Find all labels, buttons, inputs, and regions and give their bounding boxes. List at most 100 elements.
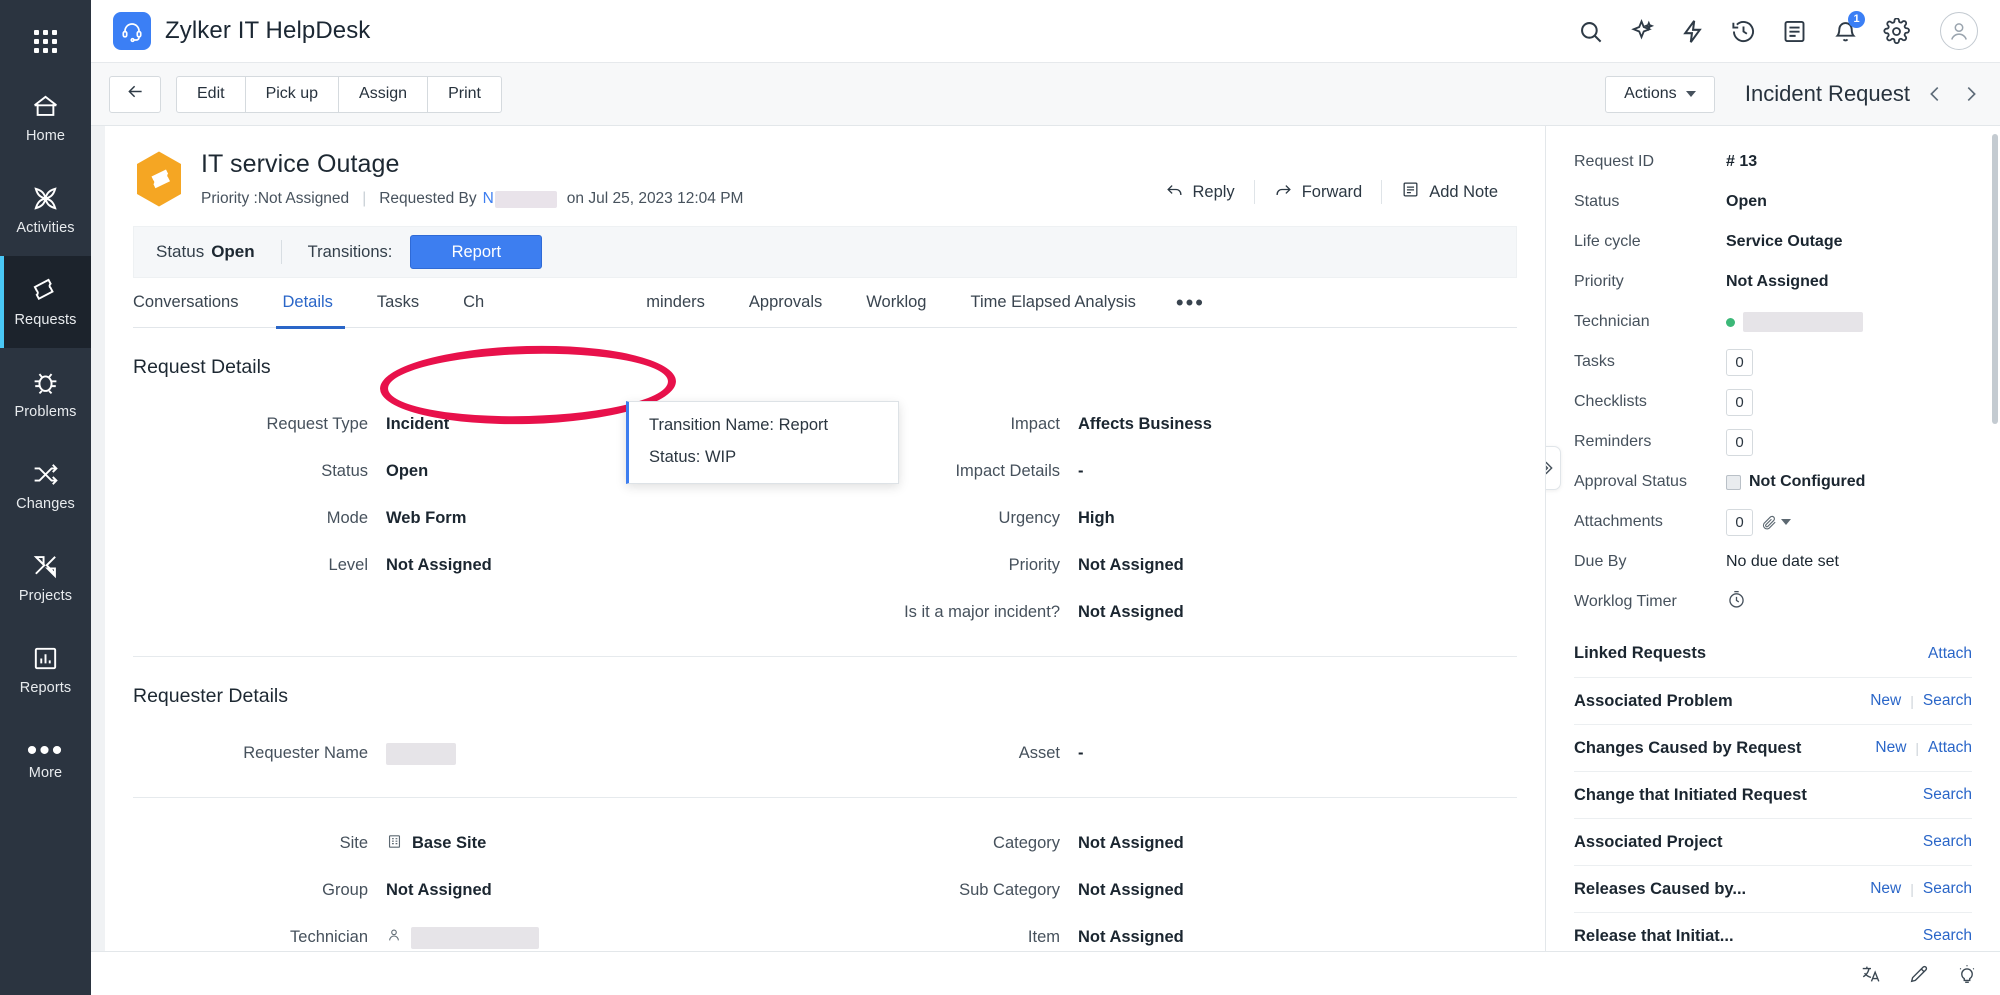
tooltip-status: Status: WIP (649, 448, 737, 466)
field-value: Not Assigned (1078, 834, 1184, 852)
tasks-icon[interactable] (1781, 18, 1808, 45)
paperclip-icon[interactable] (1761, 514, 1791, 531)
property-row-attachments: Attachments 0 (1574, 502, 1972, 542)
property-label: Approval Status (1574, 473, 1687, 490)
new-link[interactable]: New (1861, 692, 1910, 710)
transitions-label: Transitions: (307, 242, 393, 261)
search-icon[interactable] (1577, 18, 1604, 45)
flash-icon[interactable] (1679, 18, 1706, 45)
property-value[interactable]: No due date set (1726, 553, 1839, 571)
sidebar-item-requests[interactable]: Requests (0, 256, 91, 348)
property-value[interactable]: Open (1726, 193, 1767, 211)
property-value[interactable]: Not Assigned (1726, 273, 1829, 291)
panel-scrollbar[interactable] (1992, 134, 1998, 424)
brand[interactable]: Zylker IT HelpDesk (113, 12, 370, 50)
sidebar-item-activities[interactable]: Activities (0, 164, 91, 256)
property-value[interactable]: 0 (1726, 428, 1753, 456)
property-value[interactable]: Service Outage (1726, 233, 1843, 251)
attach-link[interactable]: Attach (1919, 739, 1972, 757)
new-link[interactable]: New (1861, 880, 1910, 898)
list-item: Associated Project Search (1574, 819, 1972, 866)
search-link[interactable]: Search (1914, 880, 1972, 898)
property-value[interactable]: 0 (1726, 508, 1791, 536)
property-value[interactable]: 0 (1726, 388, 1753, 416)
pick-up-button[interactable]: Pick up (244, 75, 340, 113)
ticket-actions: Reply Forward Add Note (1146, 148, 1518, 204)
tab-changes[interactable]: Ch (441, 278, 506, 328)
timer-icon[interactable] (1726, 589, 1747, 615)
search-link[interactable]: Search (1914, 833, 1972, 851)
requester-left-top: Requester Name (133, 730, 825, 777)
field-value: Not Assigned (1078, 881, 1184, 899)
tabs-more-icon[interactable]: ••• (1158, 291, 1223, 313)
back-button[interactable] (109, 75, 161, 113)
headset-icon (113, 12, 151, 50)
linked-row-name: Associated Project (1574, 832, 1723, 851)
tab-worklog[interactable]: Worklog (844, 278, 948, 328)
linked-row-name: Release that Initiat... (1574, 926, 1734, 945)
sidebar-item-changes[interactable]: Changes (0, 440, 91, 532)
assign-button[interactable]: Assign (338, 75, 429, 113)
actions-dropdown-button[interactable]: Actions (1604, 75, 1715, 113)
linked-row-actions: New | Attach (1866, 739, 1972, 757)
gear-icon[interactable] (1883, 17, 1910, 45)
bug-icon (31, 368, 60, 397)
property-row-due-by: Due By No due date set (1574, 542, 1972, 582)
new-link[interactable]: New (1866, 739, 1915, 757)
field-label: Technician (290, 928, 368, 946)
module-nav: Incident Request (1745, 81, 1982, 107)
sidebar-item-more[interactable]: ••• More (0, 716, 91, 808)
compose-icon[interactable] (1908, 963, 1930, 985)
tab-approvals[interactable]: Approvals (727, 278, 844, 328)
sidebar-item-reports[interactable]: Reports (0, 624, 91, 716)
apps-grid-icon[interactable] (0, 10, 91, 72)
chevron-double-right-icon[interactable] (1546, 446, 1561, 490)
tab-details[interactable]: Details (260, 278, 354, 329)
transition-report-button[interactable]: Report (410, 235, 543, 269)
tab-tasks[interactable]: Tasks (355, 278, 441, 328)
chevron-left-icon[interactable] (1924, 83, 1946, 105)
count-badge: 0 (1726, 348, 1753, 376)
property-value[interactable]: 0 (1726, 348, 1753, 376)
bulb-icon[interactable] (1956, 963, 1978, 985)
meta-divider: | (362, 190, 367, 207)
property-row-approval-status: Approval Status Not Configured (1574, 462, 1972, 502)
search-link[interactable]: Search (1914, 927, 1972, 945)
edit-button[interactable]: Edit (176, 75, 246, 113)
sidebar-item-home[interactable]: Home (0, 72, 91, 164)
field-row: Site Base Site (133, 820, 825, 867)
field-label: Request Type (266, 415, 368, 433)
reply-button[interactable]: Reply (1146, 180, 1254, 204)
right-side: Zylker IT HelpDesk 1 Edit Pick up Assign… (91, 0, 2000, 995)
search-link[interactable]: Search (1914, 786, 1972, 804)
list-item: Change that Initiated Request Search (1574, 772, 1972, 819)
forward-button[interactable]: Forward (1253, 180, 1382, 204)
tab-time-elapsed-analysis[interactable]: Time Elapsed Analysis (948, 278, 1157, 328)
search-link[interactable]: Search (1914, 692, 1972, 710)
chevron-right-icon[interactable] (1960, 83, 1982, 105)
add-note-button[interactable]: Add Note (1381, 180, 1517, 204)
print-button[interactable]: Print (427, 75, 502, 113)
translate-icon[interactable] (1860, 963, 1882, 985)
sidebar-item-projects[interactable]: Projects (0, 532, 91, 624)
field-row: Item Not Assigned (825, 914, 1517, 951)
attach-link[interactable]: Attach (1919, 645, 1972, 663)
field-value (386, 742, 456, 765)
history-icon[interactable] (1730, 18, 1757, 45)
bell-icon[interactable]: 1 (1832, 10, 1865, 45)
field-row: Group Not Assigned (133, 867, 825, 914)
field-label: Sub Category (959, 881, 1060, 899)
reply-icon (1165, 180, 1184, 204)
field-row: Is it a major incident? Not Assigned (825, 589, 1517, 636)
sparkle-icon[interactable] (1628, 18, 1655, 45)
tab-reminders[interactable]: minders (506, 278, 727, 328)
property-value[interactable] (1726, 589, 1747, 615)
avatar[interactable] (1940, 12, 1978, 50)
requester-left-column: Site Base Site Group Not Assigned Techni… (133, 820, 825, 951)
page-title: IT service Outage (201, 150, 400, 178)
sidebar-item-problems[interactable]: Problems (0, 348, 91, 440)
requester-right-column: Category Not Assigned Sub Category Not A… (825, 820, 1517, 951)
property-value[interactable] (1726, 312, 1863, 332)
sidebar-item-label: More (28, 764, 63, 781)
tab-conversations[interactable]: Conversations (133, 278, 260, 328)
